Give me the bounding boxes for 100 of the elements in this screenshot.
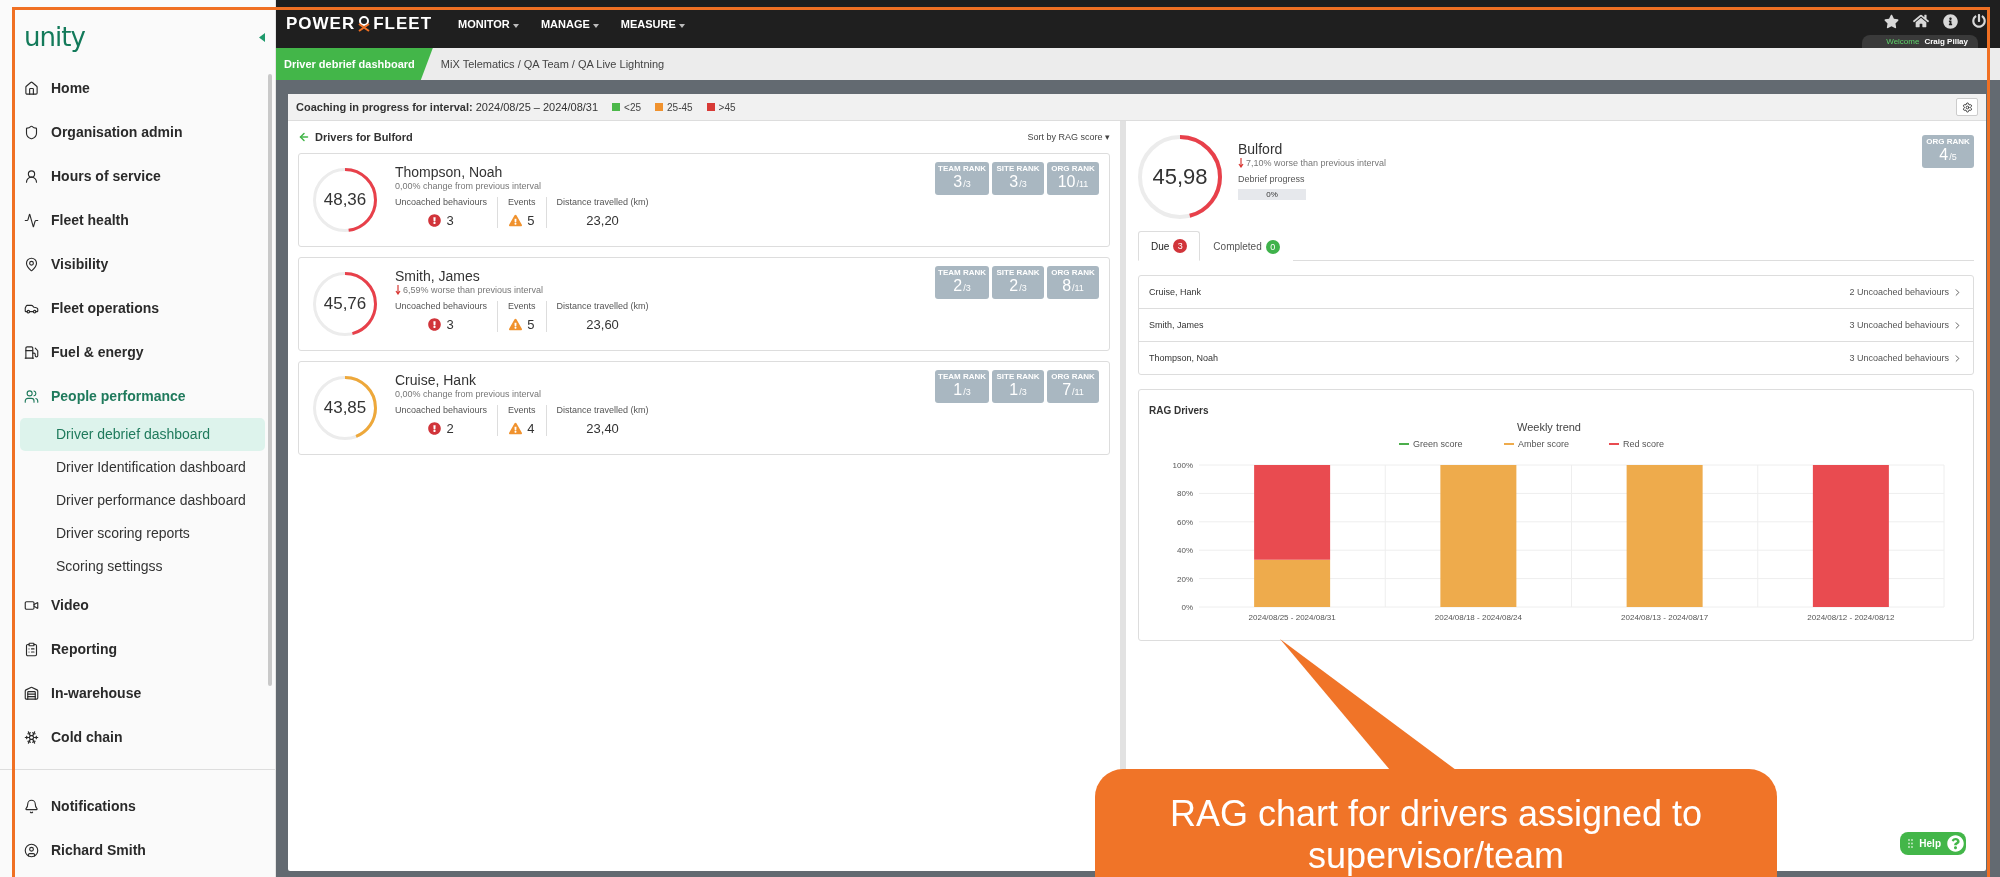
menu-item[interactable]: MANAGE bbox=[540, 18, 599, 30]
stat-value: 2 bbox=[446, 421, 454, 436]
stat-value: 23,60 bbox=[586, 317, 619, 332]
driver-name: Thompson, Noah bbox=[1149, 353, 1219, 363]
stat-label: Distance travelled (km) bbox=[556, 301, 649, 311]
fuel-pump-icon bbox=[24, 344, 39, 360]
nav-item[interactable]: Fleet health bbox=[24, 198, 275, 242]
stat-value: 4 bbox=[527, 421, 535, 436]
menu-item[interactable]: MONITOR bbox=[458, 18, 519, 30]
nav-item[interactable]: Notifications bbox=[24, 784, 275, 828]
rank-label: SITE RANK bbox=[996, 164, 1040, 173]
rank-value: 4/5 bbox=[1939, 146, 1957, 165]
rank-value: 2/3 bbox=[953, 277, 971, 296]
nav-subitem[interactable]: Driver Identification dashboard bbox=[20, 451, 265, 484]
nav-item[interactable]: People performance bbox=[24, 374, 275, 418]
score-ring bbox=[313, 376, 377, 440]
snowflake-icon bbox=[24, 729, 39, 745]
pulse-icon bbox=[24, 212, 39, 228]
tab[interactable]: Due 3 bbox=[1138, 231, 1201, 261]
change-text: 7,10% worse than previous interval bbox=[1238, 158, 1387, 168]
x-tick-label: 2024/08/25 - 2024/08/31 bbox=[1248, 613, 1336, 622]
info-icon[interactable] bbox=[1943, 13, 1958, 29]
caret-icon bbox=[592, 24, 599, 28]
interval-text: Coaching in progress for interval: 2024/08/25 – 2024/08/31 bbox=[296, 101, 599, 113]
change-text: 0,00% change from previous interval bbox=[395, 181, 543, 191]
y-tick-label: 0% bbox=[1181, 603, 1193, 612]
sort-dropdown[interactable]: Sort by RAG score ▾ bbox=[1027, 132, 1110, 142]
menu-item[interactable]: MEASURE bbox=[620, 18, 685, 30]
nav-item[interactable]: In-warehouse bbox=[24, 671, 275, 715]
exclamation-icon bbox=[428, 318, 442, 331]
driver-row[interactable]: Cruise, Hank 2 Uncoached behaviours bbox=[1139, 276, 1973, 308]
rank-label: TEAM RANK bbox=[938, 372, 986, 381]
nav-item[interactable]: Reporting bbox=[24, 627, 275, 671]
stat-label: Events bbox=[508, 405, 536, 415]
change-text: 6,59% worse than previous interval bbox=[395, 285, 659, 295]
driver-card[interactable]: 43,85 Cruise, Hank 0,00% change from previous interval Uncoached behaviours 2 Events 4 Distance travelled (km) 23,40 TEAM RANK 1/3 SITE RANK 1/3 ORG RANK 7/11 bbox=[298, 361, 1110, 455]
back-link[interactable]: Drivers for Bulford bbox=[298, 131, 413, 143]
y-tick-label: 100% bbox=[1172, 461, 1193, 470]
settings-button[interactable] bbox=[1956, 98, 1978, 116]
legend-item: Amber score bbox=[1503, 439, 1570, 449]
power-icon[interactable] bbox=[1972, 14, 1986, 28]
card-title: RAG Drivers bbox=[1149, 405, 1209, 416]
nav-subitem[interactable]: Driver debrief dashboard bbox=[20, 418, 265, 451]
legend-item: Red score bbox=[1608, 439, 1665, 449]
person-icon bbox=[24, 168, 39, 184]
driver-row[interactable]: Smith, James 3 Uncoached behaviours bbox=[1139, 308, 1973, 341]
home-icon bbox=[24, 80, 39, 96]
logo: unity bbox=[24, 22, 85, 52]
driver-name: Smith, James bbox=[395, 268, 481, 284]
down-arrow-icon bbox=[395, 285, 401, 295]
legend-label: Green score bbox=[1413, 439, 1463, 449]
nav-item[interactable]: Home bbox=[24, 66, 275, 110]
star-icon[interactable] bbox=[1884, 13, 1899, 29]
x-tick-label: 2024/08/12 - 2024/08/12 bbox=[1807, 613, 1895, 622]
legend-item: 25-45 bbox=[655, 101, 693, 113]
driver-card[interactable]: 48,36 Thompson, Noah 0,00% change from previous interval Uncoached behaviours 3 Events 5 Distance travelled (km) 23,20 TEAM RANK 3/3 SITE RANK 3/3 ORG RANK 10/11 bbox=[298, 153, 1110, 247]
rank-label: ORG RANK bbox=[1926, 137, 1970, 146]
nav-item[interactable]: Cold chain bbox=[24, 715, 275, 759]
rank-value: 1/3 bbox=[1009, 381, 1027, 400]
nav-item[interactable]: Richard Smith bbox=[24, 828, 275, 872]
progress-reading: 0% bbox=[1266, 190, 1278, 199]
nav-subitem[interactable]: Driver performance dashboard bbox=[20, 484, 265, 517]
nav-item[interactable]: Organisation admin bbox=[24, 110, 275, 154]
score-value: 48,36 bbox=[323, 190, 367, 210]
legend-item: <25 bbox=[612, 101, 641, 113]
clipboard-icon bbox=[24, 641, 39, 657]
rank-value: 1/3 bbox=[953, 381, 971, 400]
rank-label: SITE RANK bbox=[996, 372, 1040, 381]
score-ring bbox=[313, 272, 377, 336]
back-arrow-icon bbox=[298, 131, 310, 143]
nav-item[interactable]: Video bbox=[24, 583, 275, 627]
score-value: 45,76 bbox=[323, 294, 367, 314]
score-ring bbox=[313, 168, 377, 232]
nav-item[interactable]: Hours of service bbox=[24, 154, 275, 198]
driver-row[interactable]: Thompson, Noah 3 Uncoached behaviours bbox=[1139, 341, 1973, 374]
site-name: Bulford bbox=[1238, 141, 1284, 157]
nav-item[interactable]: Visibility bbox=[24, 242, 275, 286]
stat-label: Distance travelled (km) bbox=[556, 405, 649, 415]
legend-item: >45 bbox=[706, 101, 736, 113]
change-text: 0,00% change from previous interval bbox=[395, 389, 543, 399]
nav-item[interactable]: Fleet operations bbox=[24, 286, 275, 330]
y-tick-label: 20% bbox=[1177, 574, 1193, 584]
rank-label: ORG RANK bbox=[1051, 268, 1095, 277]
nav-item[interactable]: Fuel & energy bbox=[24, 330, 275, 374]
progress-label: Debrief progress bbox=[1238, 174, 1306, 184]
nav-subitem[interactable]: Scoring settingss bbox=[20, 550, 265, 583]
y-tick-label: 40% bbox=[1177, 546, 1193, 556]
grip-icon bbox=[1908, 839, 1914, 848]
rank-label: ORG RANK bbox=[1051, 372, 1095, 381]
nav-subitem[interactable]: Driver scoring reports bbox=[20, 517, 265, 550]
score-value: 43,85 bbox=[323, 398, 367, 418]
x-tick-label: 2024/08/13 - 2024/08/17 bbox=[1621, 613, 1709, 622]
warning-icon bbox=[509, 214, 523, 227]
driver-card[interactable]: 45,76 Smith, James 6,59% worse than previous interval Uncoached behaviours 3 Events 5 Distance travelled (km) 23,60 TEAM RANK 2/3 SITE RANK 2/3 ORG RANK 8/11 bbox=[298, 257, 1110, 351]
rank-label: SITE RANK bbox=[996, 268, 1040, 277]
collapse-icon[interactable] bbox=[259, 32, 265, 42]
legend-item: Green score bbox=[1398, 439, 1463, 449]
rank-value: 3/3 bbox=[953, 173, 971, 192]
down-arrow-icon bbox=[1238, 158, 1244, 168]
home-icon[interactable] bbox=[1913, 13, 1929, 29]
